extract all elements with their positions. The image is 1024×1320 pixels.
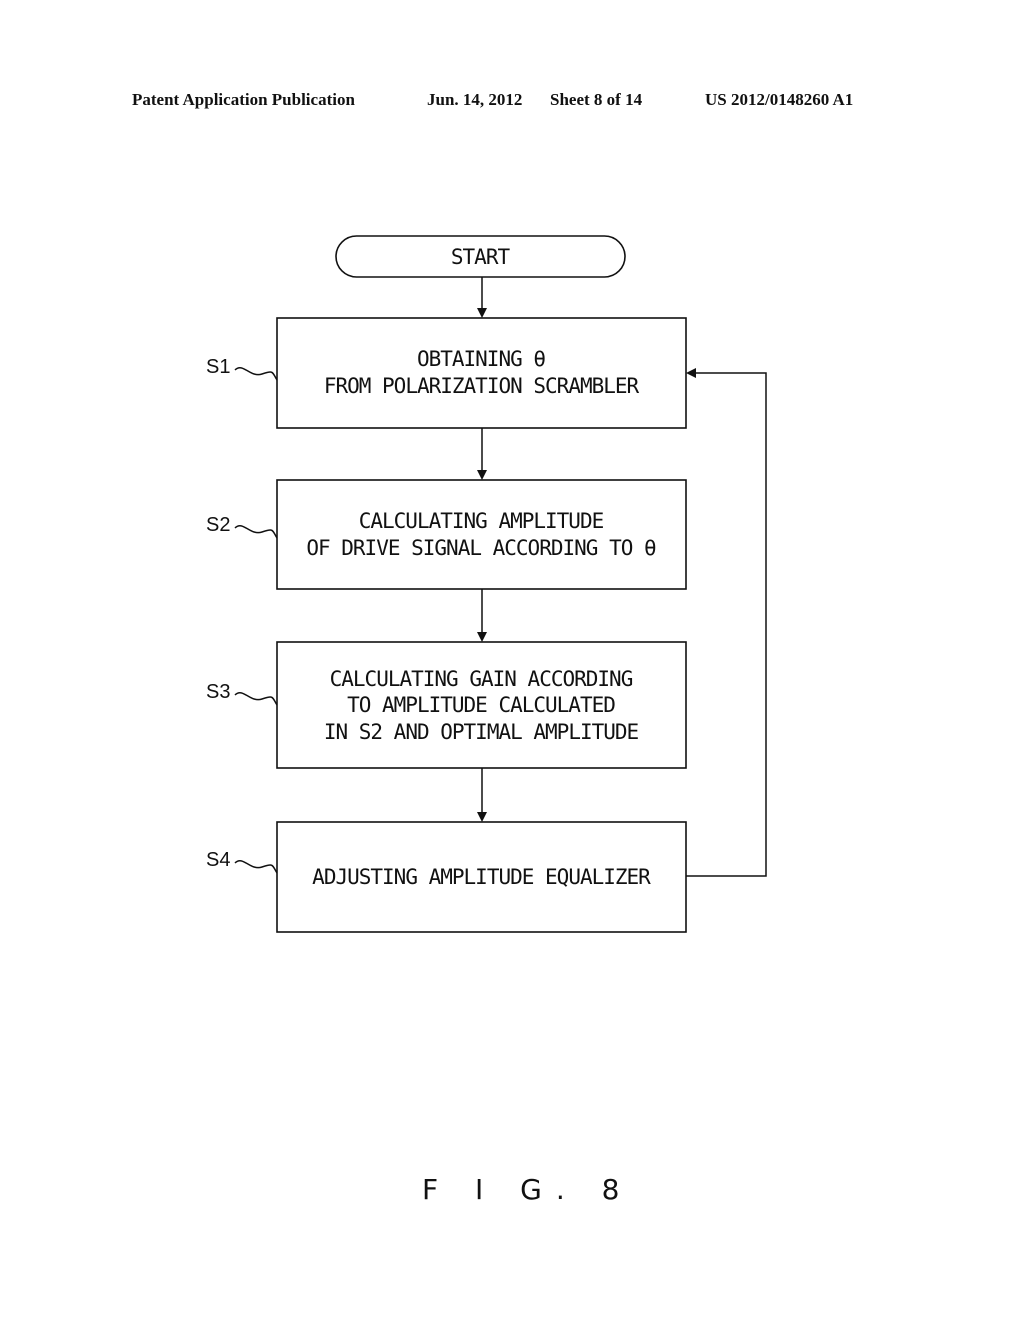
step-s3-label: S3	[206, 681, 230, 703]
step-s3-line2: TO AMPLITUDE CALCULATED	[347, 693, 615, 717]
step-s4-leader	[234, 860, 278, 874]
step-s3-leader	[234, 692, 278, 706]
step-s4-label: S4	[206, 849, 230, 871]
loop-connector-s4-s1	[686, 372, 767, 877]
arrowhead-s2	[477, 470, 487, 480]
step-s3: CALCULATING GAIN ACCORDING TO AMPLITUDE …	[206, 641, 687, 769]
step-s2-line2: OF DRIVE SIGNAL ACCORDING TO θ	[306, 536, 656, 560]
step-s1-box	[276, 317, 687, 429]
step-s1-line1: OBTAINING θ	[417, 347, 545, 371]
step-s1: OBTAINING θ FROM POLARIZATION SCRAMBLER …	[206, 317, 687, 429]
arrowhead-s1	[477, 308, 487, 318]
start-label: START	[451, 245, 511, 269]
step-s2-label: S2	[206, 514, 230, 536]
step-s2-leader	[234, 525, 278, 539]
start-terminal: START	[335, 235, 626, 278]
flowchart: START OBTAINING θ FROM POLARIZATION SCRA…	[206, 235, 767, 1206]
step-s1-line2: FROM POLARIZATION SCRAMBLER	[324, 374, 640, 398]
step-s3-line3: IN S2 AND OPTIMAL AMPLITUDE	[324, 720, 639, 744]
step-s2: CALCULATING AMPLITUDE OF DRIVE SIGNAL AC…	[206, 479, 687, 590]
arrowhead-s4	[477, 812, 487, 822]
step-s3-line1: CALCULATING GAIN ACCORDING	[330, 667, 633, 691]
step-s4-line1: ADJUSTING AMPLITUDE EQUALIZER	[312, 865, 651, 889]
arrowhead-s3	[477, 632, 487, 642]
loop-arrowhead	[686, 368, 696, 378]
step-s2-line1: CALCULATING AMPLITUDE	[359, 509, 604, 533]
step-s2-box	[276, 479, 687, 590]
step-s4: ADJUSTING AMPLITUDE EQUALIZER S4	[206, 821, 687, 933]
step-s1-leader	[234, 367, 278, 381]
step-s1-label: S1	[206, 356, 230, 378]
figure-label: F I G. 8	[422, 1173, 633, 1206]
